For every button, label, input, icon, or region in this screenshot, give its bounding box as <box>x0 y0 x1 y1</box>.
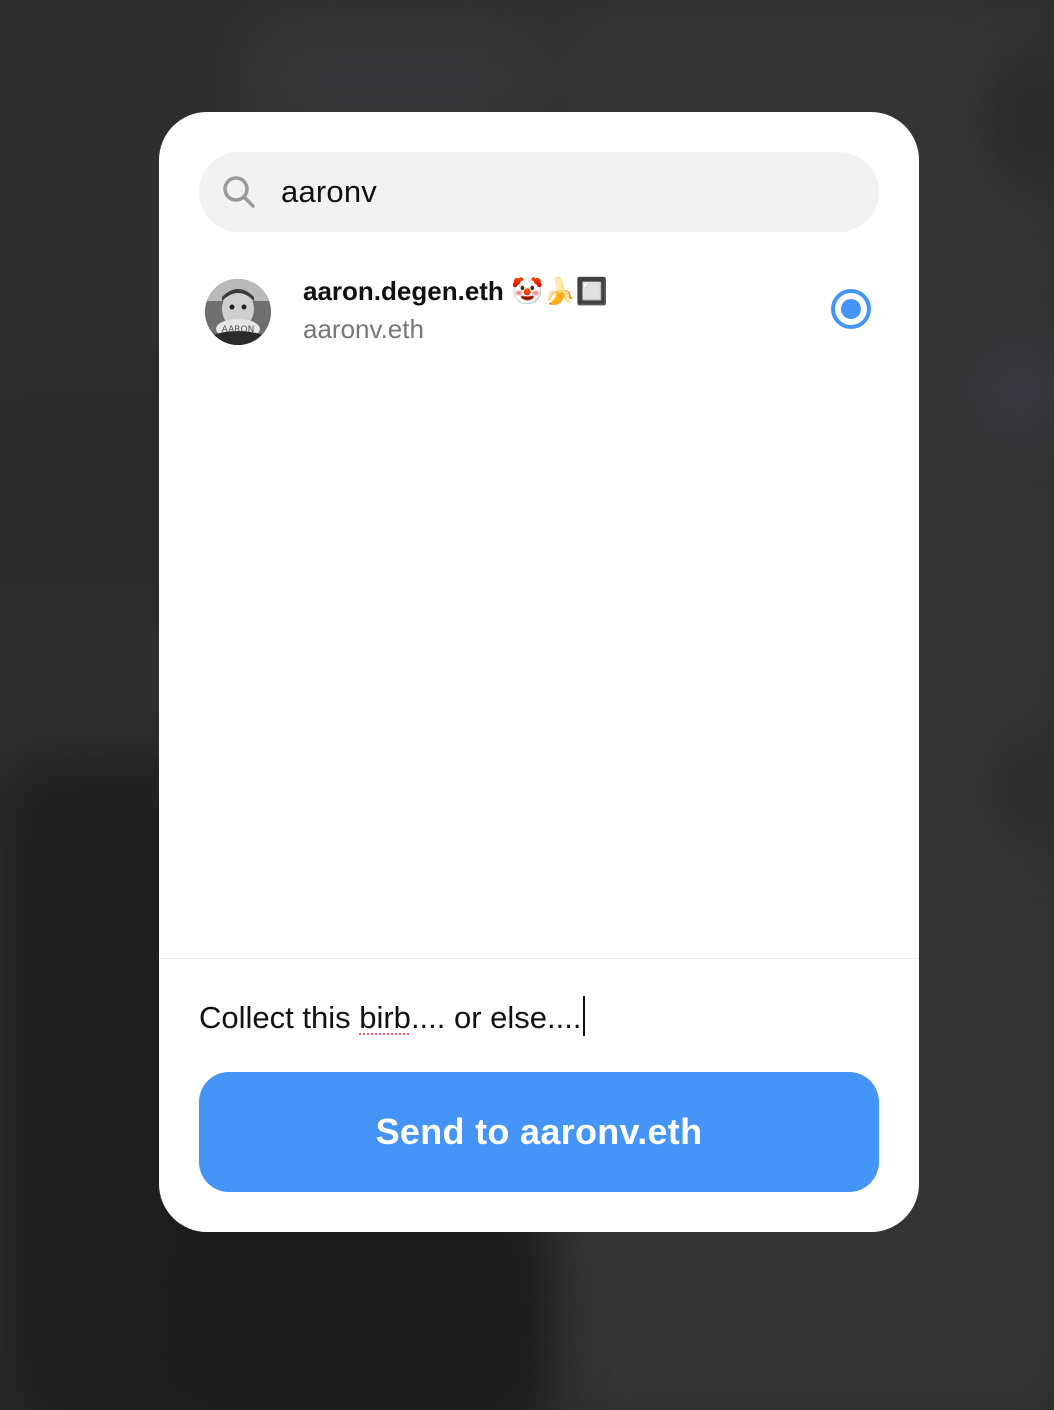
avatar-label: AARON <box>222 325 255 335</box>
misspelled-word: birb <box>359 1000 411 1035</box>
user-handle: aaronv.eth <box>303 314 424 344</box>
search-field[interactable]: aaronv <box>199 152 879 232</box>
search-input[interactable]: aaronv <box>281 152 377 232</box>
radio-selected-dot <box>841 299 861 319</box>
send-button[interactable]: Send to aaronv.eth <box>199 1072 879 1192</box>
send-modal: aaronv AARON aaron.degen.eth 🤡🍌🔲 aaronv.… <box>159 112 919 1232</box>
avatar: AARON <box>205 279 271 345</box>
user-result-row[interactable]: AARON aaron.degen.eth 🤡🍌🔲 aaronv.eth <box>199 272 879 352</box>
message-text-end: .... or else.... <box>410 1000 582 1035</box>
selection-radio[interactable] <box>831 289 871 329</box>
search-icon <box>221 174 257 210</box>
user-display-name: aaron.degen.eth 🤡🍌🔲 <box>303 276 609 306</box>
divider <box>159 958 919 959</box>
message-input[interactable]: Collect this birb.... or else.... <box>199 996 585 1036</box>
message-text-start: Collect this <box>199 1000 360 1035</box>
text-cursor <box>582 996 585 1036</box>
